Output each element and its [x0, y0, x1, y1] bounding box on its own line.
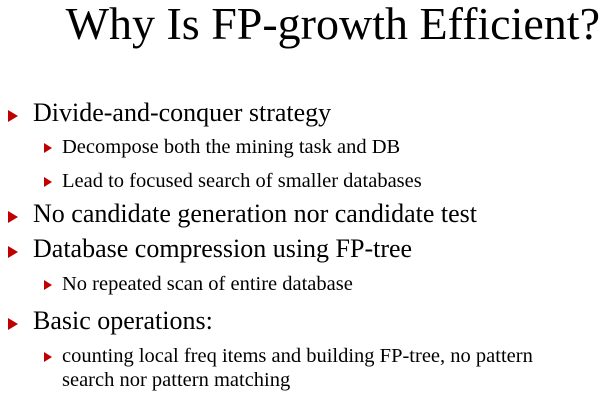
- bullet-arrow-icon: [8, 110, 18, 122]
- slide: Why Is FP-growth Efficient? Divide-and-c…: [0, 0, 605, 401]
- sub-bullet-arrow-icon: [44, 177, 52, 187]
- sub-bullet-item: Decompose both the mining task and DB: [62, 136, 401, 158]
- bullet-arrow-icon: [8, 211, 18, 223]
- bullet-item: Basic operations:: [33, 306, 213, 335]
- bullet-arrow-icon: [8, 246, 18, 258]
- sub-bullet-item: Lead to focused search of smaller databa…: [62, 170, 422, 192]
- sub-bullet-item: No repeated scan of entire database: [62, 273, 353, 295]
- bullet-arrow-icon: [8, 318, 18, 330]
- bullet-item: Database compression using FP-tree: [33, 234, 413, 263]
- bullet-item: No candidate generation nor candidate te…: [33, 199, 477, 228]
- slide-title: Why Is FP-growth Efficient?: [65, 0, 600, 49]
- sub-bullet-arrow-icon: [44, 352, 52, 362]
- sub-bullet-arrow-icon: [44, 143, 52, 153]
- sub-bullet-item: counting local freq items and building F…: [62, 345, 533, 391]
- sub-bullet-arrow-icon: [44, 280, 52, 290]
- bullet-item: Divide-and-conquer strategy: [33, 98, 332, 127]
